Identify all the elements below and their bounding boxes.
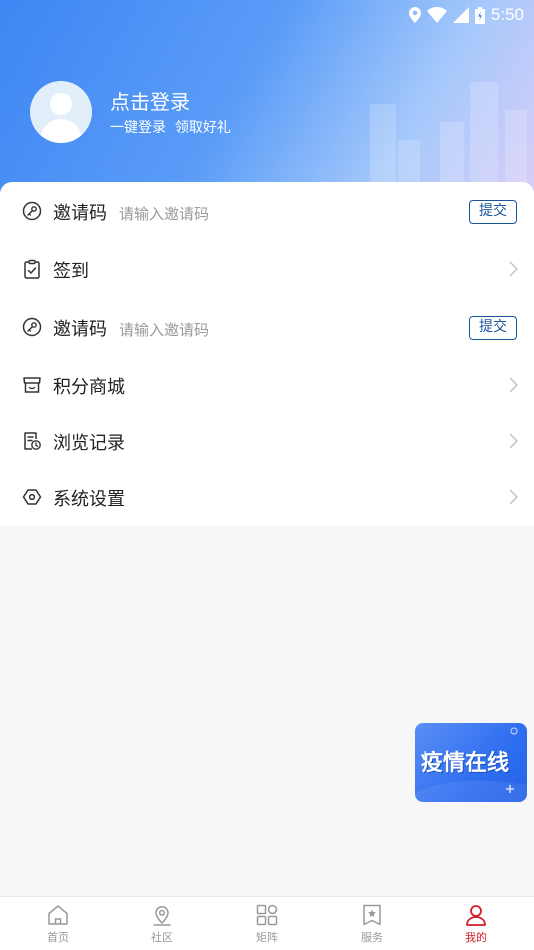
chevron-right-icon [509, 433, 518, 449]
bottom-tab-bar: 首页 社区 矩阵 服务 我的 [0, 896, 534, 950]
tab-label: 我的 [465, 931, 487, 944]
menu-card: 邀请码 请输入邀请码 提交 签到 邀请码 请输入邀请码 提交 积分商城 浏览记录… [0, 182, 534, 526]
tab-label: 服务 [361, 931, 383, 944]
tab-community[interactable]: 社区 [122, 903, 202, 949]
status-time: 5:50 [490, 5, 524, 24]
settings-hexagon-icon [22, 489, 42, 505]
home-icon [48, 905, 68, 925]
tab-mine[interactable]: 我的 [436, 903, 516, 949]
submit-button[interactable]: 提交 [469, 200, 517, 224]
submit-button[interactable]: 提交 [469, 316, 517, 340]
grid-icon [256, 904, 278, 926]
avatar[interactable] [30, 81, 92, 143]
store-icon [23, 377, 41, 393]
signal-icon [452, 7, 469, 23]
tab-service[interactable]: 服务 [332, 903, 412, 949]
menu-item-label: 系统设置 [53, 489, 125, 510]
tab-matrix[interactable]: 矩阵 [227, 903, 307, 949]
menu-item-label: 积分商城 [53, 377, 125, 398]
tab-home[interactable]: 首页 [18, 903, 98, 949]
history-icon [24, 432, 41, 450]
wifi-icon [426, 7, 447, 23]
tab-label: 矩阵 [256, 931, 278, 944]
login-subtitle: 一键登录 领取好礼 [110, 120, 231, 136]
key-icon [22, 317, 42, 337]
key-icon [22, 201, 42, 221]
profile-header: 5:50 点击登录 一键登录 领取好礼 [0, 0, 534, 200]
clipboard-check-icon [24, 259, 40, 279]
menu-item-label: 签到 [53, 261, 89, 282]
tab-label: 社区 [151, 931, 173, 944]
menu-item-label: 邀请码 [53, 203, 107, 224]
status-bar: 5:50 [0, 0, 534, 30]
chevron-right-icon [509, 489, 518, 505]
invite-code-input[interactable]: 请输入邀请码 [119, 203, 209, 224]
menu-item-sign-in[interactable]: 签到 [0, 241, 534, 297]
chevron-right-icon [509, 261, 518, 277]
epidemic-online-banner[interactable]: 疫情在线 [415, 723, 527, 802]
location-pin-icon [408, 7, 421, 23]
battery-icon [474, 6, 485, 24]
tab-label: 首页 [47, 931, 69, 944]
star-bookmark-icon [363, 904, 381, 926]
menu-item-points-mall[interactable]: 积分商城 [0, 357, 534, 413]
menu-item-invite-code: 邀请码 请输入邀请码 提交 [0, 183, 534, 239]
menu-item-invite-code-2: 邀请码 请输入邀请码 提交 [0, 299, 534, 355]
menu-item-browse-history[interactable]: 浏览记录 [0, 413, 534, 469]
user-icon [466, 905, 486, 926]
login-title[interactable]: 点击登录 [110, 86, 190, 115]
location-icon [153, 906, 171, 926]
menu-item-system-settings[interactable]: 系统设置 [0, 469, 534, 525]
banner-text: 疫情在线 [421, 751, 510, 776]
chevron-right-icon [509, 377, 518, 393]
invite-code-input[interactable]: 请输入邀请码 [119, 319, 209, 340]
menu-item-label: 浏览记录 [53, 433, 125, 454]
menu-item-label: 邀请码 [53, 319, 107, 340]
